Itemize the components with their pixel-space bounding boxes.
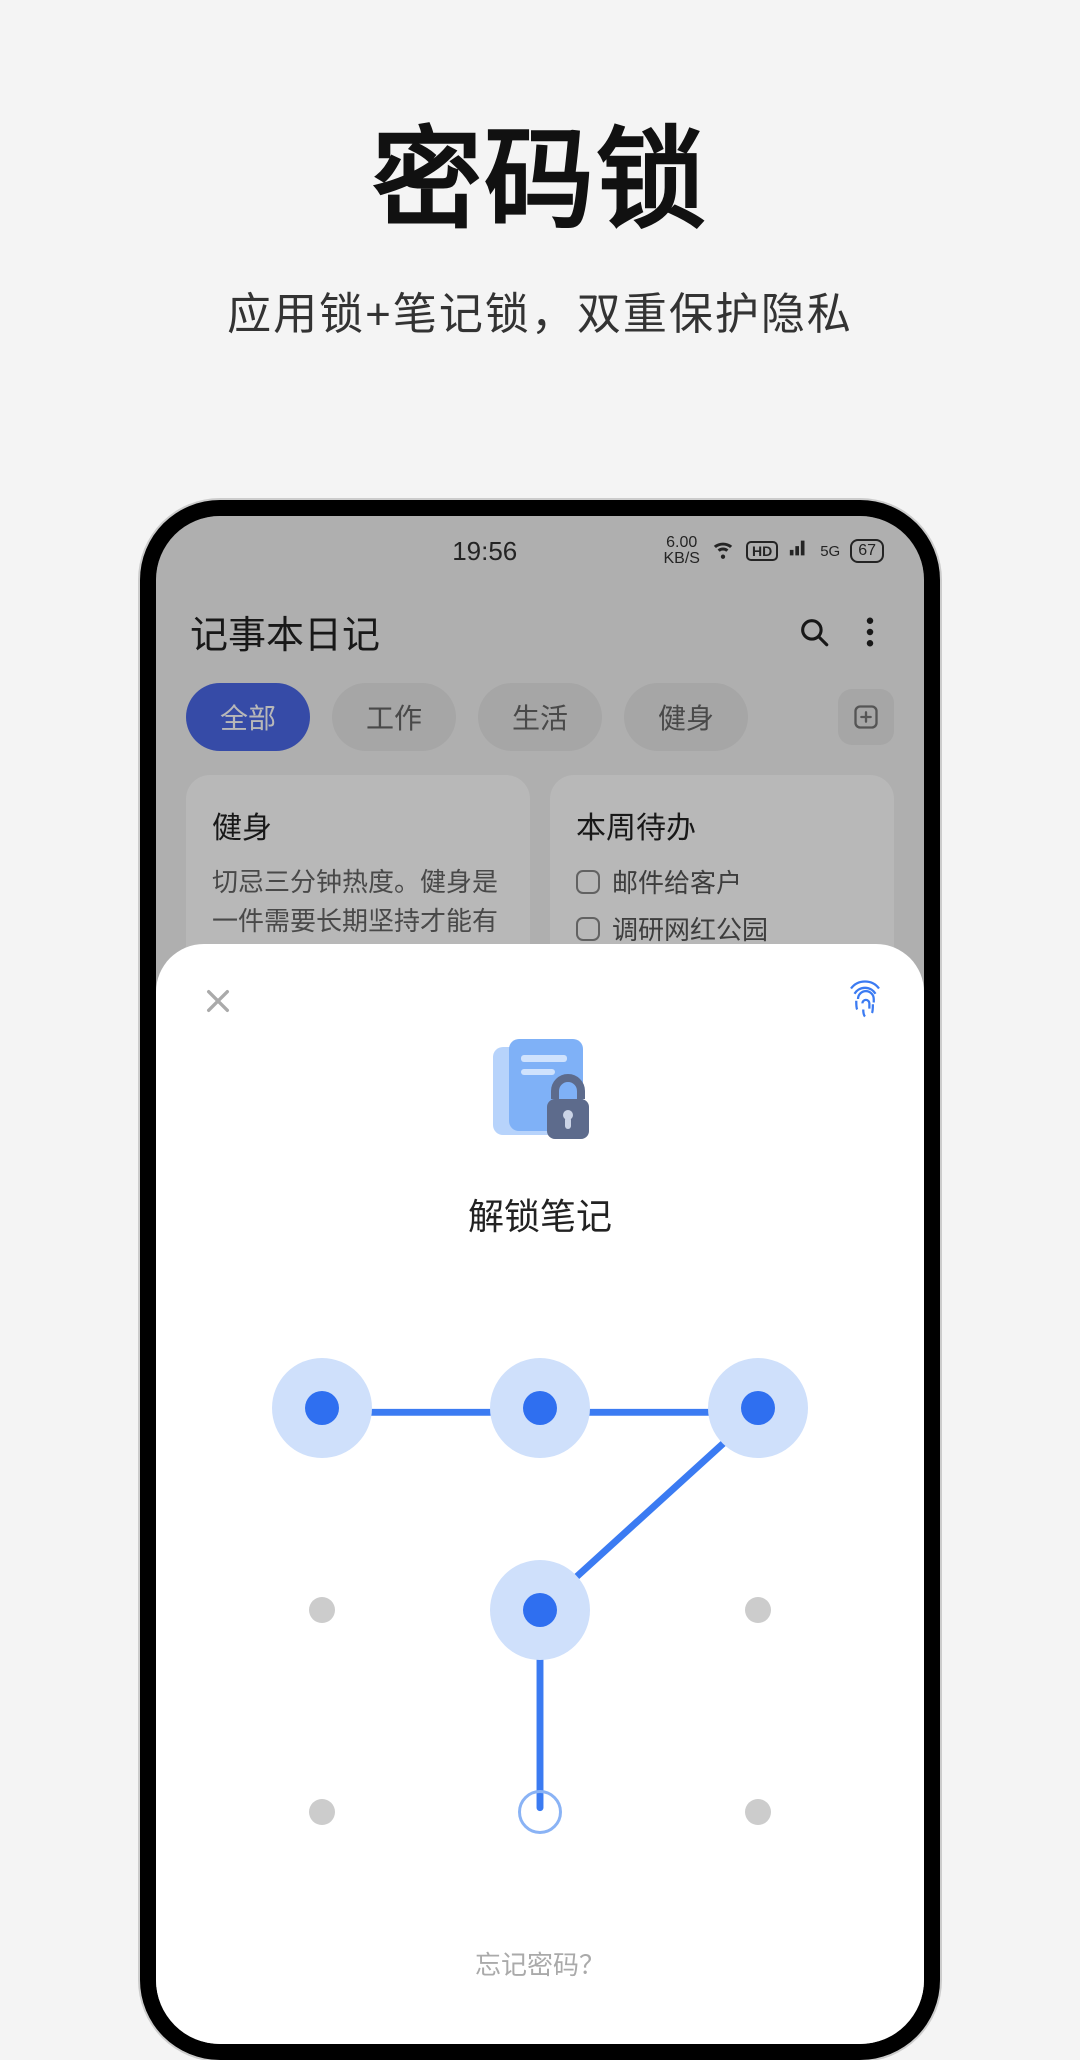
promo-title: 密码锁 <box>0 90 1080 250</box>
pattern-node[interactable] <box>708 1762 808 1862</box>
fingerprint-icon[interactable] <box>844 978 886 1025</box>
pattern-node[interactable] <box>708 1560 808 1660</box>
promo-subtitle: 应用锁+笔记锁，双重保护隐私 <box>0 278 1080 342</box>
unlock-title: 解锁笔记 <box>468 1188 612 1240</box>
pattern-node-current[interactable] <box>490 1762 590 1862</box>
forgot-password-link[interactable]: 忘记密码？ <box>475 1945 605 1982</box>
pattern-node[interactable] <box>708 1358 808 1458</box>
pattern-node[interactable] <box>490 1358 590 1458</box>
pattern-lock[interactable] <box>194 1330 886 1890</box>
close-icon[interactable] <box>194 978 242 1031</box>
phone-frame: 19:56 6.00 KB/S HD 5G 67 记事本日记 <box>140 500 940 2060</box>
phone-screen: 19:56 6.00 KB/S HD 5G 67 记事本日记 <box>156 516 924 2044</box>
unlock-sheet: 解锁笔记 忘记密码？ <box>156 944 924 2044</box>
pattern-node[interactable] <box>272 1358 372 1458</box>
pattern-node[interactable] <box>272 1762 372 1862</box>
document-lock-icon <box>475 1037 605 1162</box>
pattern-node[interactable] <box>272 1560 372 1660</box>
pattern-node[interactable] <box>490 1560 590 1660</box>
